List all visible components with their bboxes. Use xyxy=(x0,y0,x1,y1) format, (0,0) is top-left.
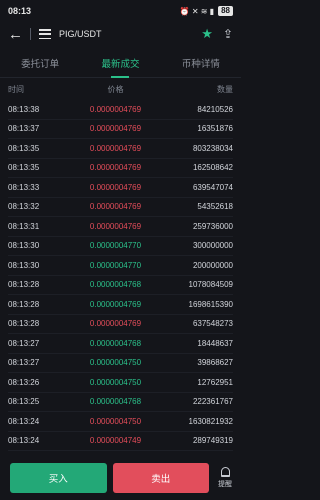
trade-time: 08:13:30 xyxy=(8,241,40,251)
trade-quantity: 637548273 xyxy=(192,319,233,329)
trade-price: 0.0000004769 xyxy=(89,221,142,231)
trade-price: 0.0000004769 xyxy=(89,182,142,192)
trade-price: 0.0000004769 xyxy=(89,299,142,309)
menu-icon[interactable] xyxy=(39,29,51,39)
trade-price: 0.0000004770 xyxy=(89,241,142,251)
trade-row: 08:13:24 0.0000004750 1630821932 xyxy=(8,412,233,432)
status-indicator-icons: ⏰ ✕ ≋ ▮ xyxy=(179,6,215,16)
tab-bar: 委托订单 最新成交 币种详情 xyxy=(0,48,241,78)
trade-row: 08:13:30 0.0000004770 300000000 xyxy=(8,237,233,256)
trade-price: 0.0000004750 xyxy=(89,377,142,387)
trade-quantity: 12762951 xyxy=(197,377,233,387)
column-quantity-header: 数量 xyxy=(217,84,233,94)
column-time-header: 时间 xyxy=(8,84,24,94)
trade-quantity: 16351876 xyxy=(197,124,233,134)
trade-price: 0.0000004768 xyxy=(89,280,142,290)
trade-row: 08:13:30 0.0000004770 200000000 xyxy=(8,256,233,276)
trade-quantity: 18448637 xyxy=(197,338,233,348)
trade-row: 08:13:24 0.0000004749 289749319 xyxy=(8,432,233,451)
trade-row: 08:13:28 0.0000004769 1698615390 xyxy=(8,295,233,315)
trade-price: 0.0000004769 xyxy=(89,143,142,153)
trade-time: 08:13:25 xyxy=(8,397,40,407)
trade-quantity: 803238034 xyxy=(192,143,233,153)
tab-1[interactable]: 最新成交 xyxy=(80,48,160,77)
trade-time: 08:13:31 xyxy=(8,221,40,231)
trade-time: 08:13:24 xyxy=(8,436,40,446)
trades-list: 08:13:38 0.0000004769 84210526 08:13:37 0.00… xyxy=(0,100,241,500)
trade-time: 08:13:27 xyxy=(8,358,40,368)
trade-row: 08:13:38 0.0000004769 84210526 xyxy=(8,100,233,120)
status-bar: 08:13 ⏰ ✕ ≋ ▮ 88 xyxy=(0,0,241,22)
tab-2[interactable]: 币种详情 xyxy=(161,48,241,77)
trade-price: 0.0000004750 xyxy=(89,416,142,426)
trade-price: 0.0000004769 xyxy=(89,124,142,134)
trade-quantity: 54352618 xyxy=(197,202,233,212)
trade-time: 08:13:33 xyxy=(8,182,40,192)
favorite-star-icon[interactable]: ★ xyxy=(201,26,213,42)
trade-row: 08:13:27 0.0000004768 18448637 xyxy=(8,334,233,354)
trade-quantity: 222361767 xyxy=(192,397,233,407)
trade-price: 0.0000004768 xyxy=(89,397,142,407)
trade-time: 08:13:30 xyxy=(8,260,40,270)
trade-row: 08:13:33 0.0000004769 639547074 xyxy=(8,178,233,198)
top-bar: ← PIG/USDT ★ ⇪ xyxy=(0,22,241,46)
trade-row: 08:13:37 0.0000004769 16351876 xyxy=(8,120,233,139)
divider xyxy=(30,28,31,40)
trade-time: 08:13:26 xyxy=(8,377,40,387)
trade-price: 0.0000004769 xyxy=(89,319,142,329)
bell-icon xyxy=(220,467,230,477)
trade-row: 08:13:32 0.0000004769 54352618 xyxy=(8,198,233,217)
share-icon[interactable]: ⇪ xyxy=(223,27,233,41)
bottom-action-bar: 买入 卖出 提醒 xyxy=(0,456,241,500)
trade-price: 0.0000004768 xyxy=(89,338,142,348)
trade-quantity: 1630821932 xyxy=(188,416,234,426)
trade-time: 08:13:24 xyxy=(8,416,40,426)
trade-row: 08:13:35 0.0000004769 162508642 xyxy=(8,159,233,178)
trade-quantity: 1698615390 xyxy=(188,299,234,309)
tab-0[interactable]: 委托订单 xyxy=(0,48,80,77)
trade-price: 0.0000004750 xyxy=(89,358,142,368)
battery-icon: 88 xyxy=(218,6,233,16)
trade-time: 08:13:35 xyxy=(8,143,40,153)
status-icons: ⏰ ✕ ≋ ▮ 88 xyxy=(180,6,233,16)
trades-table-header: 时间 价格 数量 xyxy=(0,78,241,100)
trade-quantity: 84210526 xyxy=(197,104,233,114)
trade-time: 08:13:27 xyxy=(8,338,40,348)
trade-price: 0.0000004749 xyxy=(89,436,142,446)
trade-row: 08:13:28 0.0000004768 1078084509 xyxy=(8,276,234,295)
column-price-header: 价格 xyxy=(107,84,124,94)
trade-price: 0.0000004769 xyxy=(89,202,142,212)
trade-time: 08:13:37 xyxy=(8,124,40,134)
trade-quantity: 39868627 xyxy=(197,358,233,368)
trade-price: 0.0000004769 xyxy=(89,104,142,114)
trade-row: 08:13:27 0.0000004750 39868627 xyxy=(8,354,233,373)
alert-label: 提醒 xyxy=(218,481,232,488)
trade-quantity: 1078084509 xyxy=(188,280,234,290)
trade-quantity: 300000000 xyxy=(192,241,233,251)
back-arrow-icon[interactable]: ← xyxy=(8,27,28,42)
buy-button[interactable]: 买入 xyxy=(10,463,107,493)
trade-quantity: 162508642 xyxy=(192,163,233,173)
trade-row: 08:13:31 0.0000004769 259736000 xyxy=(8,217,233,237)
trade-row: 08:13:26 0.0000004750 12762951 xyxy=(8,373,233,393)
status-time: 08:13 xyxy=(8,6,32,16)
trade-quantity: 200000000 xyxy=(192,260,233,270)
trading-pair-title[interactable]: PIG/USDT xyxy=(59,29,201,39)
trade-time: 08:13:28 xyxy=(8,299,40,309)
trade-time: 08:13:32 xyxy=(8,202,40,212)
trade-price: 0.0000004769 xyxy=(89,163,142,173)
sell-button[interactable]: 卖出 xyxy=(112,463,209,493)
trade-time: 08:13:28 xyxy=(8,319,40,329)
trade-row: 08:13:35 0.0000004769 803238034 xyxy=(8,139,233,159)
trade-time: 08:13:38 xyxy=(8,104,40,114)
trade-time: 08:13:35 xyxy=(8,163,40,173)
trade-row: 08:13:25 0.0000004768 222361767 xyxy=(8,393,233,412)
trade-quantity: 259736000 xyxy=(192,221,233,231)
trade-quantity: 639547074 xyxy=(192,182,233,192)
trade-row: 08:13:28 0.0000004769 637548273 xyxy=(8,315,233,334)
alert-button[interactable]: 提醒 xyxy=(215,467,235,489)
trade-price: 0.0000004770 xyxy=(89,260,142,270)
trade-time: 08:13:28 xyxy=(8,280,40,290)
trade-quantity: 289749319 xyxy=(192,436,233,446)
